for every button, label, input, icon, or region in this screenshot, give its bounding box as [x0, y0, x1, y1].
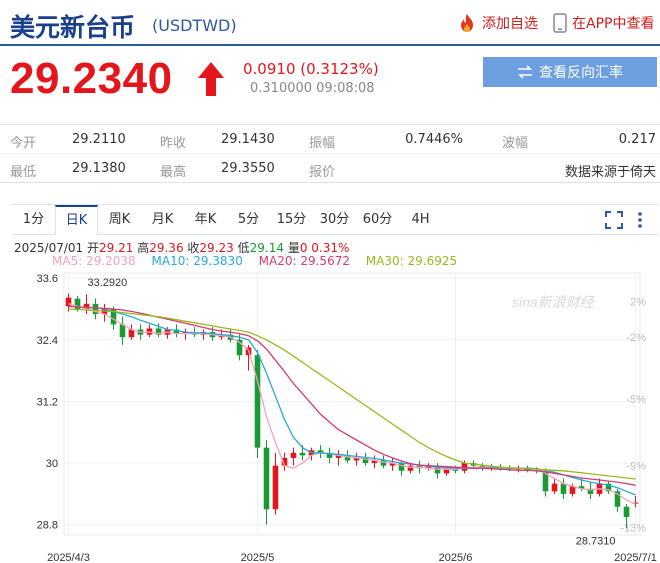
- view-in-app-label: 在APP中查看: [572, 16, 655, 32]
- reverse-rate-button[interactable]: 查看反向汇率: [483, 57, 657, 87]
- quote-time-info: 0.310000 09:08:08: [250, 81, 375, 96]
- up-arrow-icon: [198, 62, 224, 96]
- quote-table: 今开 29.2110 昨收 29.1430 振幅 0.7446% 波幅 0.21…: [0, 124, 660, 183]
- symbol-code: (USDTWD): [152, 16, 237, 35]
- y-tick-label: 30: [46, 458, 58, 470]
- candle-body: [299, 452, 306, 456]
- low-value: 29.1380: [72, 161, 126, 176]
- x-tick-label: 2025/4/3: [47, 552, 90, 563]
- ma-line-ma10: [68, 305, 636, 496]
- volatility-label: 波幅: [502, 136, 529, 151]
- candle-body: [551, 483, 558, 492]
- reverse-rate-label: 查看反向汇率: [539, 65, 623, 81]
- y-tick-label: 32.4: [37, 335, 58, 347]
- candle-body: [119, 324, 126, 338]
- page-title: 美元新台币: [10, 13, 136, 42]
- plot-frame: [63, 272, 641, 536]
- amplitude-label: 振幅: [309, 136, 336, 151]
- quote-row: 最低 29.1380 最高 29.3550 报价 数据来源于倚天: [0, 154, 660, 183]
- y-tick-label: 33.6: [37, 273, 58, 285]
- price-annotation: 33.2920: [88, 277, 128, 289]
- candle-body: [560, 483, 567, 494]
- page-header: 美元新台币 (USDTWD) 添加自选 在APP中查看: [0, 0, 660, 46]
- quote-row: 今开 29.2110 昨收 29.1430 振幅 0.7446% 波幅 0.21…: [0, 125, 660, 154]
- price-change: 0.0910 (0.3123%): [243, 60, 379, 78]
- candle-body: [254, 355, 261, 448]
- candle-body: [623, 506, 630, 518]
- candle-body: [290, 452, 297, 458]
- current-price: 29.2340: [10, 54, 173, 103]
- ma-line-ma30: [68, 308, 636, 480]
- amplitude-value: 0.7446%: [405, 132, 463, 147]
- candle-body: [263, 447, 270, 510]
- low-label: 最低: [10, 165, 37, 180]
- kline-chart[interactable]: 33.6 32.4 31.2 30 28.8 2% -2% -5% -9% -13% sina新浪财…: [12, 205, 658, 563]
- candle-body: [65, 297, 72, 307]
- price-annotation: 28.7310: [576, 535, 616, 547]
- candle-body: [461, 463, 468, 471]
- kline-chart-panel: 1分 日K 周K 月K 年K 5分 15分 30分 60分 4H 2025/07…: [12, 204, 658, 563]
- watermark-text: sina新浪财经: [512, 294, 596, 310]
- add-favorite-label: 添加自选: [482, 16, 538, 32]
- candle-body: [398, 463, 405, 471]
- candle-body: [272, 465, 279, 510]
- high-label: 最高: [160, 165, 187, 180]
- x-tick-label: 2025/5: [241, 552, 275, 563]
- swap-arrows-icon: [518, 65, 532, 79]
- add-favorite-button[interactable]: 添加自选: [457, 12, 538, 34]
- x-tick-label: 2025/6: [439, 552, 473, 563]
- prev-close-label: 昨收: [160, 136, 187, 151]
- prev-close-value: 29.1430: [221, 132, 275, 147]
- ma-line-ma5: [68, 303, 636, 505]
- view-in-app-link[interactable]: 在APP中查看: [553, 12, 654, 34]
- quote-source-label: 报价: [309, 165, 336, 180]
- y-tick-label: 31.2: [37, 396, 58, 408]
- open-label: 今开: [10, 136, 37, 151]
- y-tick-label: 28.8: [37, 520, 58, 532]
- open-value: 29.2110: [72, 132, 126, 147]
- high-value: 29.3550: [221, 161, 275, 176]
- quote-source-value: 数据来源于倚天: [564, 165, 656, 180]
- volatility-value: 0.217: [618, 132, 656, 147]
- pct-tick-label: -9%: [626, 461, 646, 473]
- pct-tick-label: -5%: [626, 394, 646, 406]
- pct-tick-label: 2%: [630, 296, 646, 308]
- pct-tick-label: -2%: [626, 332, 646, 344]
- phone-icon: [553, 13, 567, 33]
- x-tick-label: 2025/7/1: [614, 552, 657, 563]
- flame-icon: [461, 14, 473, 32]
- pct-tick-label: -13%: [620, 522, 646, 534]
